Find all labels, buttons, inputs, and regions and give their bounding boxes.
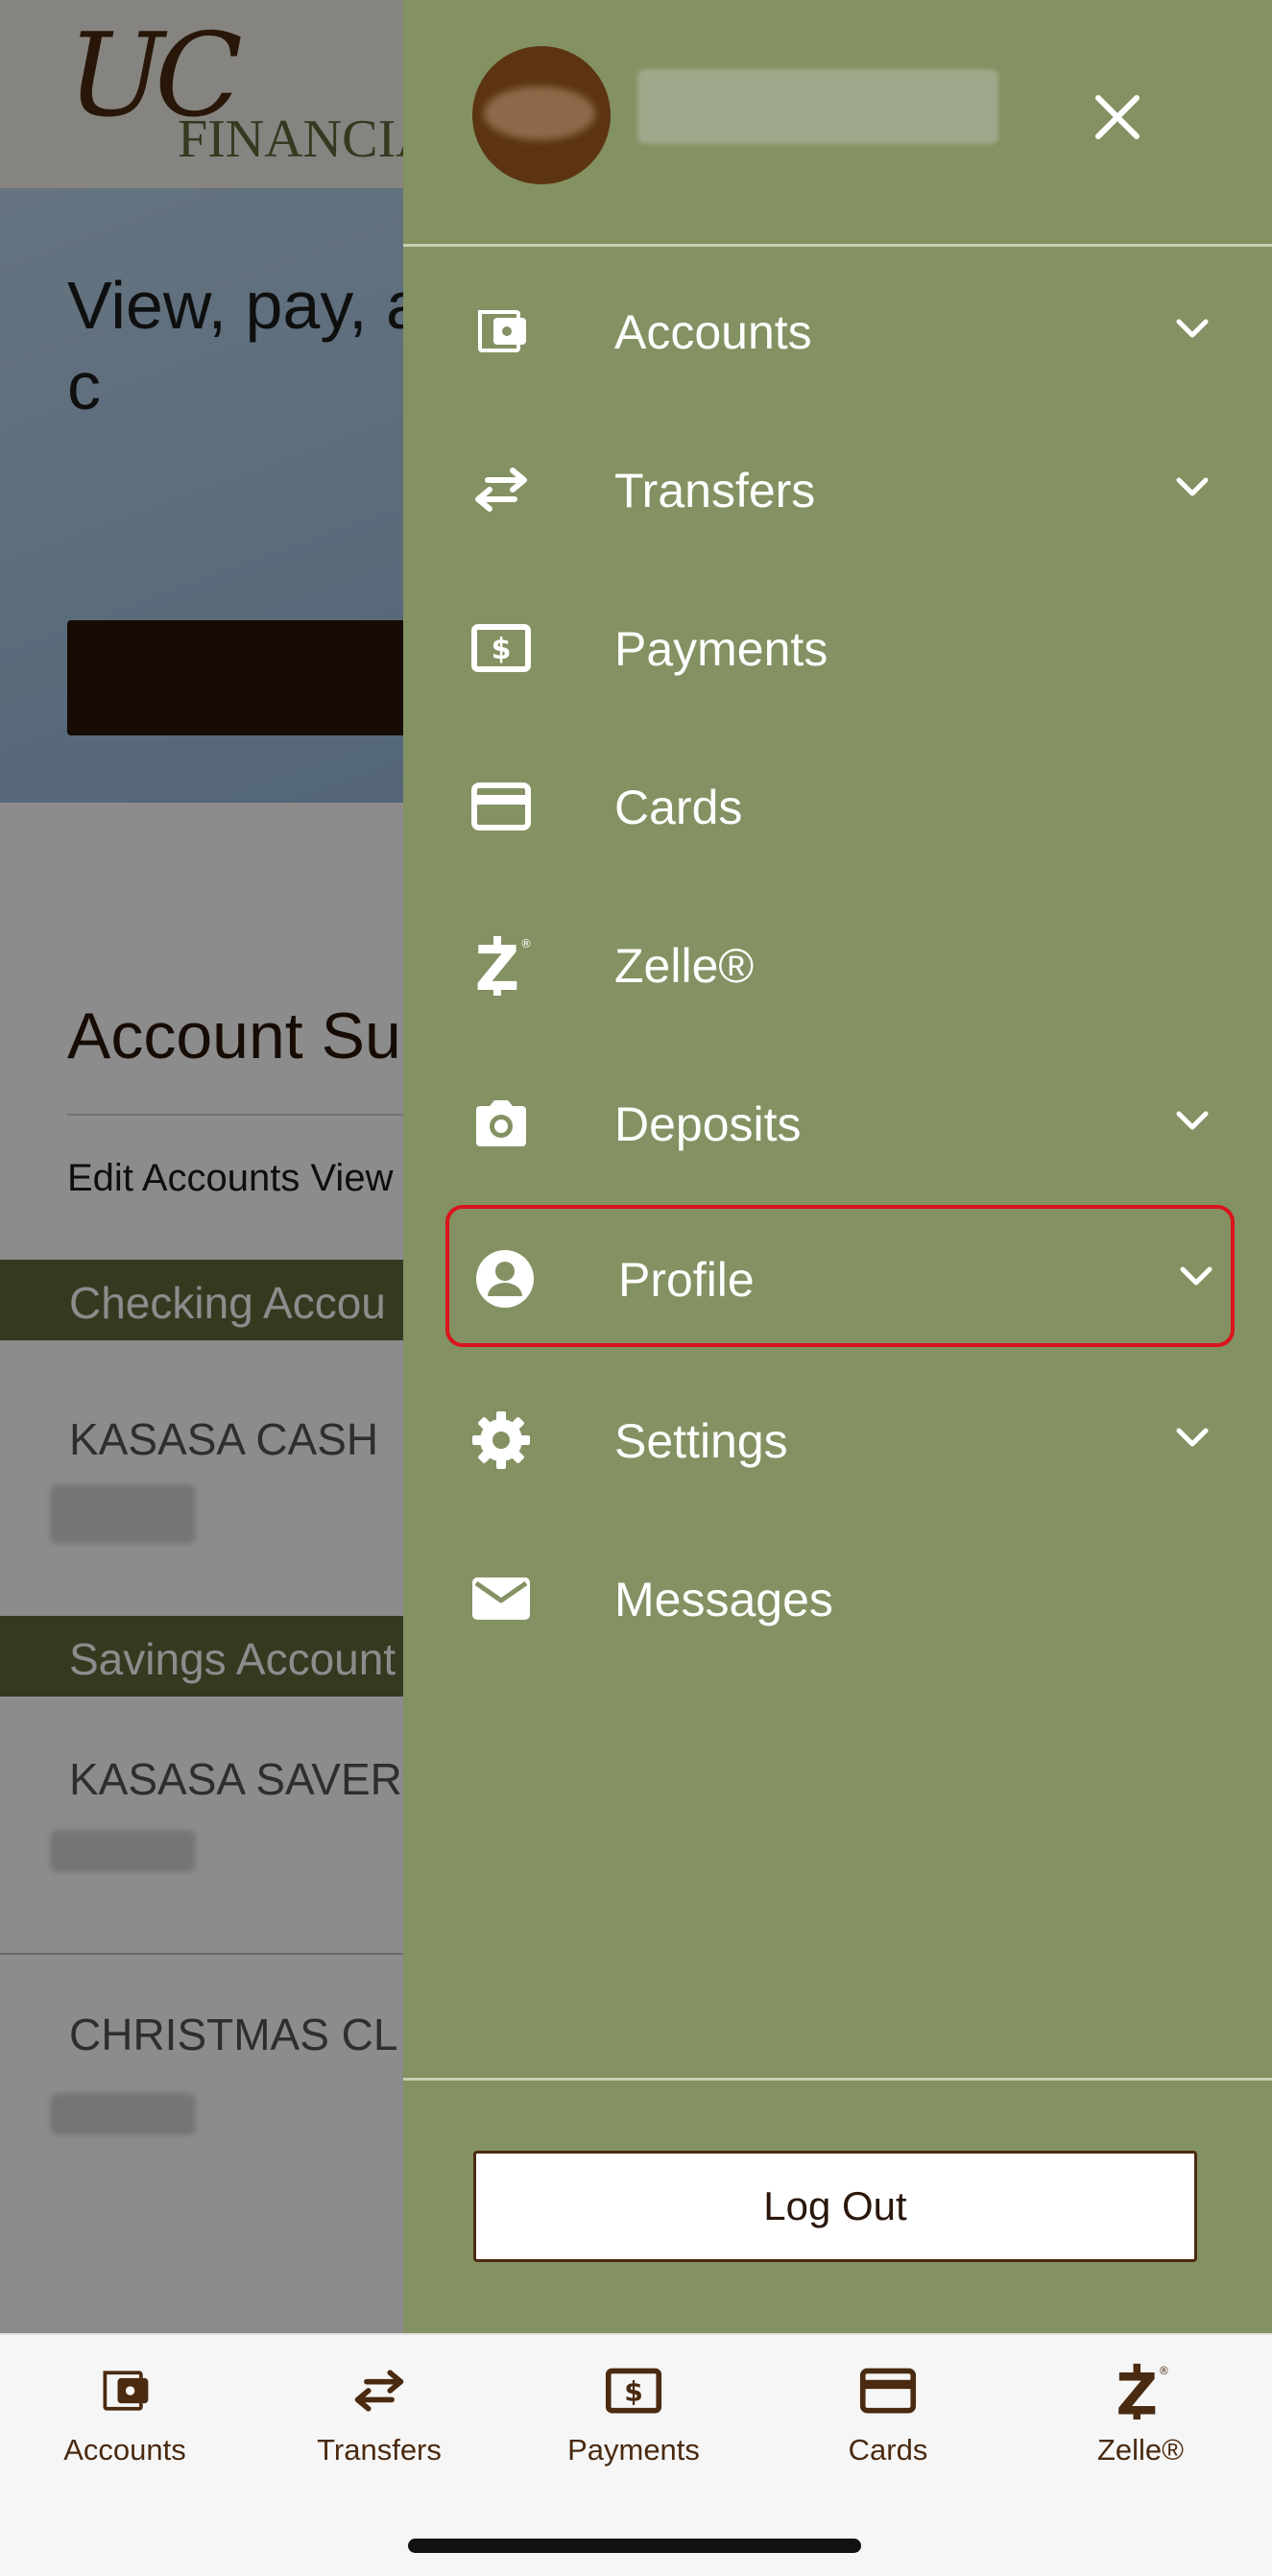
zelle-icon: Z ® (475, 934, 532, 996)
wallet-icon (103, 2371, 149, 2411)
tab-accounts[interactable]: Accounts (19, 2362, 230, 2506)
payment-bill-icon: $ (471, 624, 531, 672)
divider (403, 2078, 1272, 2081)
svg-text:®: ® (1159, 2365, 1169, 2377)
zelle-icon: Z ® (1116, 2362, 1169, 2420)
home-indicator[interactable] (408, 2539, 861, 2553)
tab-label: Zelle® (1096, 2433, 1185, 2467)
svg-text:$: $ (624, 2375, 643, 2407)
menu-item-transfers[interactable]: Transfers (442, 416, 1234, 560)
gear-icon (472, 1411, 530, 1469)
tab-label: Cards (848, 2433, 928, 2467)
menu-item-label: Messages (614, 1573, 833, 1626)
menu-item-label: Accounts (614, 305, 812, 359)
drawer-header (403, 0, 1272, 247)
avatar (472, 46, 611, 184)
user-name-redacted (637, 69, 998, 144)
menu-item-profile[interactable]: Profile (445, 1205, 1235, 1347)
navigation-drawer: Accounts Transfers $ Payments Cards Z ® … (403, 0, 1272, 2333)
menu-item-zelle[interactable]: Z ® Zelle® (442, 891, 1234, 1035)
menu-item-label: Deposits (614, 1097, 802, 1151)
svg-text:®: ® (520, 937, 532, 951)
menu-item-settings[interactable]: Settings (442, 1366, 1234, 1510)
camera-icon (476, 1100, 526, 1146)
credit-card-icon (859, 2368, 917, 2414)
menu-item-label: Zelle® (614, 939, 755, 993)
chevron-down-icon (1176, 319, 1209, 338)
wallet-icon (478, 310, 526, 352)
transfer-arrows-icon (354, 2370, 404, 2412)
menu-item-cards[interactable]: Cards (442, 733, 1234, 877)
close-icon[interactable] (1089, 88, 1146, 146)
menu-item-accounts[interactable]: Accounts (442, 257, 1234, 401)
menu-item-label: Transfers (614, 464, 816, 518)
tab-label: Accounts (63, 2433, 186, 2467)
menu-item-label: Profile (618, 1253, 755, 1307)
svg-text:$: $ (492, 633, 512, 666)
tab-label: Payments (567, 2433, 700, 2467)
tab-payments[interactable]: $ Payments (528, 2362, 739, 2506)
transfer-arrows-icon (475, 468, 527, 512)
credit-card-icon (471, 782, 531, 831)
menu-item-label: Payments (614, 622, 828, 676)
menu-item-messages[interactable]: Messages (442, 1525, 1234, 1669)
tab-label: Transfers (317, 2433, 442, 2467)
user-circle-icon (476, 1250, 534, 1308)
tab-transfers[interactable]: Transfers (274, 2362, 485, 2506)
chevron-down-icon (1180, 1266, 1212, 1286)
logout-button[interactable]: Log Out (473, 2151, 1197, 2262)
menu-item-deposits[interactable]: Deposits (442, 1049, 1234, 1193)
chevron-down-icon (1176, 1111, 1209, 1130)
menu-item-label: Settings (614, 1414, 788, 1468)
tab-cards[interactable]: Cards (782, 2362, 994, 2506)
envelope-icon (472, 1577, 530, 1620)
chevron-down-icon (1176, 1428, 1209, 1447)
chevron-down-icon (1176, 477, 1209, 496)
tab-zelle[interactable]: Z ® Zelle® (1035, 2362, 1246, 2506)
menu-item-payments[interactable]: $ Payments (442, 574, 1234, 718)
menu-item-label: Cards (614, 781, 743, 834)
payment-bill-icon: $ (605, 2368, 662, 2414)
